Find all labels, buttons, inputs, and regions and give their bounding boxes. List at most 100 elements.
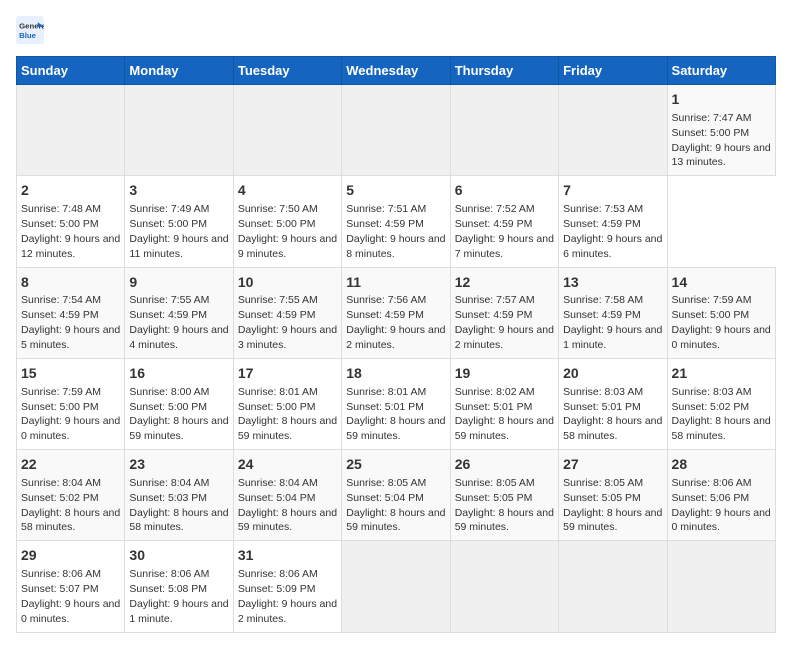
calendar-cell: 9 Sunrise: 7:55 AMSunset: 4:59 PMDaylight…	[125, 267, 233, 358]
day-number: 11	[346, 273, 445, 292]
day-number: 8	[21, 273, 120, 292]
header-cell-saturday: Saturday	[667, 57, 775, 85]
day-info: Sunrise: 8:04 AMSunset: 5:02 PMDaylight:…	[21, 477, 120, 534]
calendar-week-2: 8 Sunrise: 7:54 AMSunset: 4:59 PMDaylight…	[17, 267, 776, 358]
day-info: Sunrise: 7:51 AMSunset: 4:59 PMDaylight:…	[346, 203, 445, 260]
calendar-cell	[233, 85, 341, 176]
calendar-cell: 12Sunrise: 7:57 AMSunset: 4:59 PMDayligh…	[450, 267, 558, 358]
day-number: 24	[238, 455, 337, 474]
day-number: 7	[563, 181, 662, 200]
calendar-header: SundayMondayTuesdayWednesdayThursdayFrid…	[17, 57, 776, 85]
day-number: 16	[129, 364, 228, 383]
day-info: Sunrise: 8:06 AMSunset: 5:07 PMDaylight:…	[21, 568, 120, 625]
header-cell-wednesday: Wednesday	[342, 57, 450, 85]
day-info: Sunrise: 8:03 AMSunset: 5:02 PMDaylight:…	[672, 386, 771, 443]
calendar-cell: 17Sunrise: 8:01 AMSunset: 5:00 PMDayligh…	[233, 358, 341, 449]
day-number: 2	[21, 181, 120, 200]
day-number: 22	[21, 455, 120, 474]
calendar-cell: 2 Sunrise: 7:48 AMSunset: 5:00 PMDaylight…	[17, 176, 125, 267]
day-number: 13	[563, 273, 662, 292]
calendar-cell: 25 Sunrise: 8:05 AMSunset: 5:04 PMDayligh…	[342, 450, 450, 541]
day-number: 14	[672, 273, 771, 292]
day-number: 27	[563, 455, 662, 474]
calendar-cell: 16 Sunrise: 8:00 AMSunset: 5:00 PMDayligh…	[125, 358, 233, 449]
day-info: Sunrise: 8:05 AMSunset: 5:05 PMDaylight:…	[455, 477, 554, 534]
day-info: Sunrise: 8:05 AMSunset: 5:04 PMDaylight:…	[346, 477, 445, 534]
day-number: 1	[672, 90, 771, 109]
calendar-table: SundayMondayTuesdayWednesdayThursdayFrid…	[16, 56, 776, 633]
day-info: Sunrise: 8:05 AMSunset: 5:05 PMDaylight:…	[563, 477, 662, 534]
calendar-week-last: 29 Sunrise: 8:06 AMSunset: 5:07 PMDayligh…	[17, 541, 776, 632]
calendar-week-0: 1 Sunrise: 7:47 AMSunset: 5:00 PMDaylight…	[17, 85, 776, 176]
day-number: 20	[563, 364, 662, 383]
day-info: Sunrise: 7:55 AMSunset: 4:59 PMDaylight:…	[238, 294, 337, 351]
calendar-cell: 1 Sunrise: 7:47 AMSunset: 5:00 PMDaylight…	[667, 85, 775, 176]
header-cell-thursday: Thursday	[450, 57, 558, 85]
day-info: Sunrise: 8:00 AMSunset: 5:00 PMDaylight:…	[129, 386, 228, 443]
calendar-cell: 6 Sunrise: 7:52 AMSunset: 4:59 PMDaylight…	[450, 176, 558, 267]
calendar-cell-empty	[559, 541, 667, 632]
day-info: Sunrise: 8:06 AMSunset: 5:09 PMDaylight:…	[238, 568, 337, 625]
logo: General Blue	[16, 16, 44, 44]
day-number: 30	[129, 546, 228, 565]
day-info: Sunrise: 7:55 AMSunset: 4:59 PMDaylight:…	[129, 294, 228, 351]
calendar-body: 1 Sunrise: 7:47 AMSunset: 5:00 PMDaylight…	[17, 85, 776, 633]
calendar-cell: 8 Sunrise: 7:54 AMSunset: 4:59 PMDaylight…	[17, 267, 125, 358]
day-number: 3	[129, 181, 228, 200]
day-number: 19	[455, 364, 554, 383]
calendar-cell: 26Sunrise: 8:05 AMSunset: 5:05 PMDayligh…	[450, 450, 558, 541]
day-info: Sunrise: 7:49 AMSunset: 5:00 PMDaylight:…	[129, 203, 228, 260]
calendar-cell: 28Sunrise: 8:06 AMSunset: 5:06 PMDayligh…	[667, 450, 775, 541]
day-info: Sunrise: 7:48 AMSunset: 5:00 PMDaylight:…	[21, 203, 120, 260]
header-cell-sunday: Sunday	[17, 57, 125, 85]
calendar-cell: 14Sunrise: 7:59 AMSunset: 5:00 PMDayligh…	[667, 267, 775, 358]
day-info: Sunrise: 7:47 AMSunset: 5:00 PMDaylight:…	[672, 112, 771, 169]
page-header: General Blue	[16, 16, 776, 44]
day-info: Sunrise: 8:01 AMSunset: 5:01 PMDaylight:…	[346, 386, 445, 443]
day-number: 23	[129, 455, 228, 474]
calendar-cell-empty	[342, 541, 450, 632]
calendar-cell: 5Sunrise: 7:51 AMSunset: 4:59 PMDaylight…	[342, 176, 450, 267]
calendar-cell: 7 Sunrise: 7:53 AMSunset: 4:59 PMDaylight…	[559, 176, 667, 267]
calendar-cell: 23 Sunrise: 8:04 AMSunset: 5:03 PMDayligh…	[125, 450, 233, 541]
calendar-cell	[559, 85, 667, 176]
header-row: SundayMondayTuesdayWednesdayThursdayFrid…	[17, 57, 776, 85]
calendar-cell	[450, 85, 558, 176]
calendar-cell	[342, 85, 450, 176]
day-number: 15	[21, 364, 120, 383]
day-info: Sunrise: 8:02 AMSunset: 5:01 PMDaylight:…	[455, 386, 554, 443]
day-info: Sunrise: 7:54 AMSunset: 4:59 PMDaylight:…	[21, 294, 120, 351]
day-info: Sunrise: 8:01 AMSunset: 5:00 PMDaylight:…	[238, 386, 337, 443]
calendar-week-1: 2 Sunrise: 7:48 AMSunset: 5:00 PMDaylight…	[17, 176, 776, 267]
calendar-cell	[125, 85, 233, 176]
day-info: Sunrise: 7:50 AMSunset: 5:00 PMDaylight:…	[238, 203, 337, 260]
day-number: 9	[129, 273, 228, 292]
day-number: 28	[672, 455, 771, 474]
calendar-cell: 3 Sunrise: 7:49 AMSunset: 5:00 PMDaylight…	[125, 176, 233, 267]
day-number: 12	[455, 273, 554, 292]
day-number: 29	[21, 546, 120, 565]
calendar-cell: 30Sunrise: 8:06 AMSunset: 5:08 PMDayligh…	[125, 541, 233, 632]
calendar-cell: 4 Sunrise: 7:50 AMSunset: 5:00 PMDaylight…	[233, 176, 341, 267]
day-info: Sunrise: 8:04 AMSunset: 5:03 PMDaylight:…	[129, 477, 228, 534]
calendar-cell: 15 Sunrise: 7:59 AMSunset: 5:00 PMDayligh…	[17, 358, 125, 449]
calendar-cell: 21Sunrise: 8:03 AMSunset: 5:02 PMDayligh…	[667, 358, 775, 449]
day-number: 4	[238, 181, 337, 200]
calendar-cell: 22 Sunrise: 8:04 AMSunset: 5:02 PMDayligh…	[17, 450, 125, 541]
day-info: Sunrise: 7:53 AMSunset: 4:59 PMDaylight:…	[563, 203, 662, 260]
calendar-cell: 27 Sunrise: 8:05 AMSunset: 5:05 PMDayligh…	[559, 450, 667, 541]
calendar-cell: 19 Sunrise: 8:02 AMSunset: 5:01 PMDayligh…	[450, 358, 558, 449]
day-info: Sunrise: 7:58 AMSunset: 4:59 PMDaylight:…	[563, 294, 662, 351]
header-cell-tuesday: Tuesday	[233, 57, 341, 85]
day-info: Sunrise: 7:52 AMSunset: 4:59 PMDaylight:…	[455, 203, 554, 260]
header-cell-monday: Monday	[125, 57, 233, 85]
day-number: 10	[238, 273, 337, 292]
calendar-cell	[17, 85, 125, 176]
calendar-cell: 29 Sunrise: 8:06 AMSunset: 5:07 PMDayligh…	[17, 541, 125, 632]
day-info: Sunrise: 7:59 AMSunset: 5:00 PMDaylight:…	[21, 386, 120, 443]
calendar-week-4: 22 Sunrise: 8:04 AMSunset: 5:02 PMDayligh…	[17, 450, 776, 541]
day-number: 25	[346, 455, 445, 474]
day-info: Sunrise: 8:03 AMSunset: 5:01 PMDaylight:…	[563, 386, 662, 443]
day-number: 6	[455, 181, 554, 200]
calendar-week-3: 15 Sunrise: 7:59 AMSunset: 5:00 PMDayligh…	[17, 358, 776, 449]
